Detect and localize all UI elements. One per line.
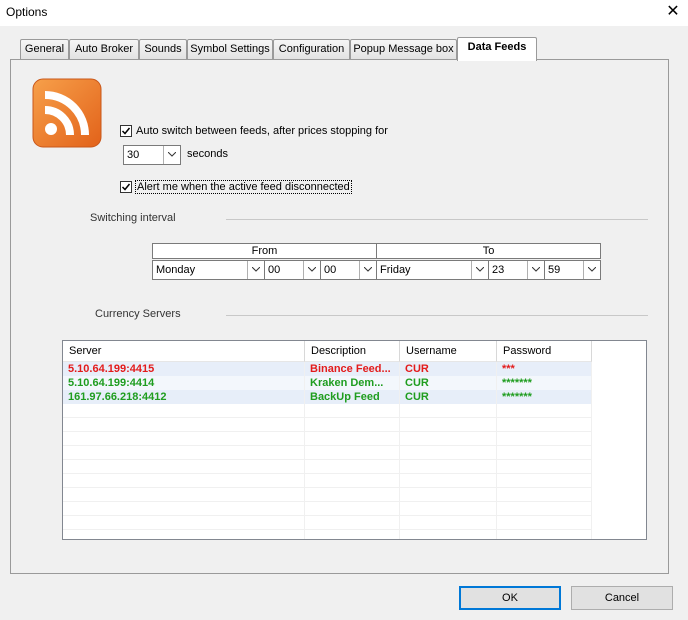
chevron-down-icon[interactable] <box>527 261 544 279</box>
to-minute-select[interactable]: 59 <box>544 260 601 280</box>
grid-line <box>63 431 592 432</box>
tab-popup-message-box[interactable]: Popup Message box <box>350 39 457 59</box>
column-header-password[interactable]: Password <box>497 341 592 362</box>
description-cell: Kraken Dem... <box>310 377 384 389</box>
grid-column-line <box>399 362 400 539</box>
chevron-down-icon[interactable] <box>247 261 264 279</box>
chevron-down-icon[interactable] <box>163 146 180 164</box>
alert-disconnect-checkbox[interactable] <box>120 181 132 193</box>
grid-line <box>63 417 592 418</box>
grid-line <box>63 445 592 446</box>
grid-line <box>63 487 592 488</box>
divider <box>226 315 648 316</box>
from-minute-select[interactable]: 00 <box>320 260 377 280</box>
to-minute-value: 59 <box>548 264 561 276</box>
tab-general[interactable]: General <box>20 39 69 59</box>
close-icon[interactable]: ✕ <box>664 2 682 22</box>
rss-feed-icon <box>32 78 102 148</box>
description-cell: Binance Feed... <box>310 363 391 375</box>
tab-sounds[interactable]: Sounds <box>139 39 187 59</box>
tab-configuration[interactable]: Configuration <box>273 39 350 59</box>
alert-disconnect-label: Alert me when the active feed disconnect… <box>135 180 352 194</box>
stop-seconds-select[interactable]: 30 <box>123 145 181 165</box>
title-bar <box>0 0 688 26</box>
username-cell: CUR <box>405 363 429 375</box>
grid-column-line <box>591 362 592 539</box>
from-hour-select[interactable]: 00 <box>264 260 321 280</box>
grid-column-line <box>304 362 305 539</box>
to-day-select[interactable]: Friday <box>376 260 489 280</box>
description-cell: BackUp Feed <box>310 391 380 403</box>
tab-auto-broker[interactable]: Auto Broker <box>69 39 139 59</box>
table-row[interactable]: 5.10.64.199:4414 Kraken Dem... CUR ******* <box>63 376 592 390</box>
chevron-down-icon[interactable] <box>359 261 376 279</box>
column-header-server[interactable]: Server <box>63 341 305 362</box>
switching-interval-title: Switching interval <box>90 212 176 224</box>
column-header-username[interactable]: Username <box>400 341 497 362</box>
password-cell: ******* <box>502 377 532 389</box>
seconds-label: seconds <box>187 148 228 160</box>
from-day-select[interactable]: Monday <box>152 260 265 280</box>
server-cell: 161.97.66.218:4412 <box>68 391 167 403</box>
password-cell: ******* <box>502 391 532 403</box>
password-cell: *** <box>502 363 515 375</box>
grid-line <box>63 459 592 460</box>
window-title: Options <box>6 5 48 19</box>
from-minute-value: 00 <box>324 264 337 276</box>
chevron-down-icon[interactable] <box>303 261 320 279</box>
to-hour-select[interactable]: 23 <box>488 260 545 280</box>
grid-line <box>63 515 592 516</box>
grid-line <box>63 473 592 474</box>
grid-line <box>63 501 592 502</box>
ok-button[interactable]: OK <box>459 586 561 610</box>
server-cell: 5.10.64.199:4414 <box>68 377 155 389</box>
table-row[interactable]: 5.10.64.199:4415 Binance Feed... CUR *** <box>63 362 592 376</box>
servers-grid[interactable]: Server Description Username Password 5.1… <box>62 340 647 540</box>
tab-symbol-settings[interactable]: Symbol Settings <box>187 39 273 59</box>
tab-data-feeds[interactable]: Data Feeds <box>457 37 537 61</box>
table-row[interactable]: 161.97.66.218:4412 BackUp Feed CUR ******* <box>63 390 592 404</box>
from-header: From <box>152 243 377 259</box>
to-day-value: Friday <box>380 264 411 276</box>
auto-switch-checkbox[interactable] <box>120 125 132 137</box>
username-cell: CUR <box>405 377 429 389</box>
username-cell: CUR <box>405 391 429 403</box>
chevron-down-icon[interactable] <box>583 261 600 279</box>
from-day-value: Monday <box>156 264 196 276</box>
cancel-button[interactable]: Cancel <box>571 586 673 610</box>
auto-switch-label: Auto switch between feeds, after prices … <box>136 125 388 137</box>
currency-servers-title: Currency Servers <box>95 308 181 320</box>
grid-line <box>63 529 592 530</box>
chevron-down-icon[interactable] <box>471 261 488 279</box>
server-cell: 5.10.64.199:4415 <box>68 363 155 375</box>
column-header-description[interactable]: Description <box>305 341 400 362</box>
to-hour-value: 23 <box>492 264 505 276</box>
from-hour-value: 00 <box>268 264 281 276</box>
divider <box>226 219 648 220</box>
grid-column-line <box>496 362 497 539</box>
to-header: To <box>376 243 601 259</box>
stop-seconds-value: 30 <box>127 149 140 161</box>
